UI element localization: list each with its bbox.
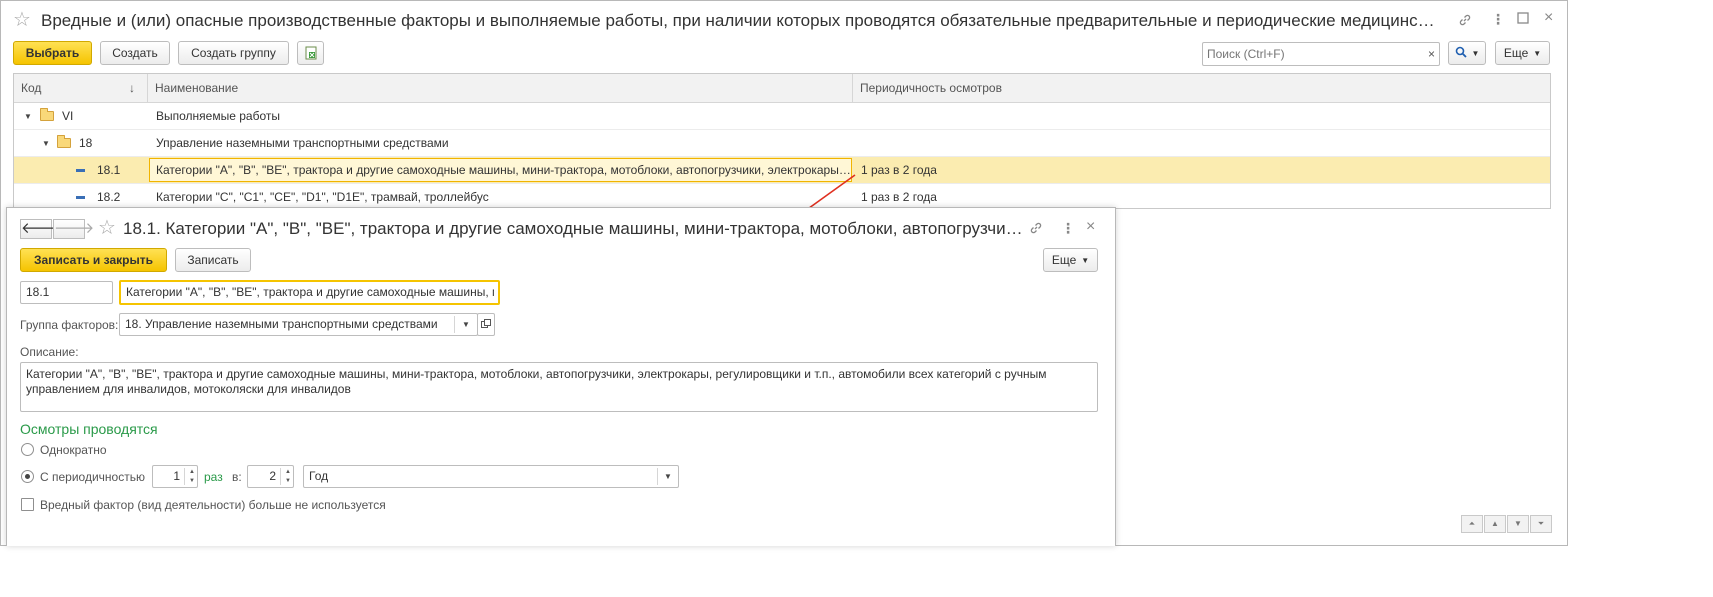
spreadsheet-icon bbox=[305, 46, 316, 60]
scroll-down-button[interactable]: ▼ bbox=[1507, 515, 1529, 533]
times-stepper[interactable]: 1 ▲ ▼ bbox=[152, 465, 198, 488]
row-name: Управление наземными транспортными средс… bbox=[156, 136, 449, 150]
excel-export-button[interactable] bbox=[297, 41, 324, 65]
create-group-button[interactable]: Создать группу bbox=[178, 41, 289, 65]
times-label: раз bbox=[204, 470, 223, 484]
row-code: 18.1 bbox=[97, 163, 121, 177]
element-icon bbox=[76, 169, 85, 172]
once-label: Однократно bbox=[40, 443, 107, 457]
link-icon[interactable] bbox=[1458, 13, 1472, 29]
exams-heading: Осмотры проводятся bbox=[20, 421, 158, 437]
column-header-code[interactable]: Код ↓ bbox=[14, 74, 148, 103]
scroll-bottom-button[interactable]: ⏷ bbox=[1530, 515, 1552, 533]
save-button[interactable]: Записать bbox=[175, 248, 251, 272]
code-value: 18.1 bbox=[26, 285, 50, 299]
row-name: Выполняемые работы bbox=[156, 109, 280, 123]
expanded-triangle-icon[interactable]: ▼ bbox=[42, 139, 50, 148]
forward-button[interactable]: 🡒 bbox=[53, 219, 94, 239]
description-label: Описание: bbox=[20, 345, 79, 359]
open-group-button[interactable] bbox=[477, 313, 495, 336]
stepper-divider bbox=[184, 468, 185, 485]
stepper-divider bbox=[280, 468, 281, 485]
periodic-radio[interactable] bbox=[21, 470, 34, 483]
table-row[interactable]: ▼ VI Выполняемые работы bbox=[14, 103, 1550, 130]
more-vert-icon[interactable]: ⋮ bbox=[1061, 221, 1075, 235]
choose-button[interactable]: Выбрать bbox=[13, 41, 92, 65]
times-value: 1 bbox=[173, 469, 180, 483]
not-used-label: Вредный фактор (вид деятельности) больше… bbox=[40, 498, 386, 512]
close-icon[interactable]: × bbox=[1544, 10, 1553, 26]
folder-icon bbox=[40, 108, 54, 121]
column-header-period[interactable]: Периодичность осмотров bbox=[853, 74, 1551, 103]
expanded-triangle-icon[interactable]: ▼ bbox=[24, 112, 32, 121]
close-icon[interactable]: × bbox=[1086, 219, 1095, 235]
table-header: Код ↓ Наименование Периодичность осмотро… bbox=[14, 74, 1550, 103]
years-value: 2 bbox=[269, 469, 276, 483]
back-button[interactable]: 🡐 bbox=[20, 219, 61, 239]
chevron-down-icon[interactable]: ▼ bbox=[462, 320, 470, 329]
favorite-star-icon[interactable]: ☆ bbox=[98, 218, 116, 238]
years-stepper[interactable]: 2 ▲ ▼ bbox=[247, 465, 294, 488]
scroll-up-button[interactable]: ▲ bbox=[1484, 515, 1506, 533]
stepper-down-icon[interactable]: ▼ bbox=[285, 478, 291, 484]
open-icon bbox=[481, 319, 491, 328]
save-and-close-button[interactable]: Записать и закрыть bbox=[20, 248, 167, 272]
chevron-down-icon: ▼ bbox=[1471, 49, 1480, 58]
period-unit-select[interactable]: Год ▼ bbox=[303, 465, 679, 488]
search-button[interactable]: ▼ bbox=[1448, 41, 1486, 65]
name-field[interactable]: Категории "A", "B", "BE", трактора и дру… bbox=[119, 280, 500, 305]
column-header-name[interactable]: Наименование bbox=[148, 74, 853, 103]
column-header-label: Код bbox=[21, 81, 42, 95]
row-code: 18 bbox=[79, 136, 93, 150]
link-icon[interactable] bbox=[1029, 221, 1043, 237]
row-period: 1 раз в 2 года bbox=[861, 163, 937, 177]
maximize-icon[interactable] bbox=[1517, 12, 1529, 26]
stepper-up-icon[interactable]: ▲ bbox=[285, 469, 291, 475]
chevron-down-icon: ▼ bbox=[1533, 49, 1542, 58]
in-label: в: bbox=[232, 470, 242, 484]
chevron-down-icon: ▼ bbox=[1081, 256, 1090, 265]
window-title-bar: ☆ Вредные и (или) опасные производственн… bbox=[1, 1, 1567, 39]
name-value: Категории "A", "B", "BE", трактора и дру… bbox=[126, 285, 494, 299]
folder-icon bbox=[57, 135, 71, 148]
row-code: VI bbox=[62, 109, 74, 123]
group-select[interactable]: 18. Управление наземными транспортными с… bbox=[119, 313, 478, 336]
form-more-button[interactable]: Еще ▼ bbox=[1043, 248, 1098, 272]
more-button-label: Еще bbox=[1503, 46, 1529, 60]
select-divider bbox=[657, 468, 658, 485]
search-icon bbox=[1455, 46, 1467, 58]
window-title: Вредные и (или) опасные производственные… bbox=[41, 11, 1441, 30]
more-vert-icon[interactable]: ⋮ bbox=[1491, 12, 1505, 26]
search-clear-icon[interactable]: × bbox=[1428, 47, 1435, 61]
not-used-checkbox[interactable] bbox=[21, 498, 34, 511]
search-field[interactable]: × bbox=[1202, 42, 1440, 66]
item-form-window: 🡐 🡒 ☆ 18.1. Категории "A", "B", "BE", тр… bbox=[6, 207, 1116, 546]
code-field[interactable]: 18.1 bbox=[20, 281, 113, 304]
favorite-star-icon[interactable]: ☆ bbox=[13, 10, 31, 30]
form-title: 18.1. Категории "A", "B", "BE", трактора… bbox=[123, 219, 1023, 238]
chevron-down-icon[interactable]: ▼ bbox=[664, 472, 672, 481]
sort-arrow-icon: ↓ bbox=[129, 81, 135, 95]
periodic-label: С периодичностью bbox=[40, 470, 145, 484]
stepper-up-icon[interactable]: ▲ bbox=[189, 469, 195, 475]
search-input[interactable] bbox=[1203, 43, 1413, 65]
scroll-top-button[interactable]: ⏶ bbox=[1461, 515, 1483, 533]
select-divider bbox=[454, 316, 455, 333]
table-row[interactable]: ▼ 18 Управление наземными транспортными … bbox=[14, 130, 1550, 157]
period-unit-value: Год bbox=[309, 469, 329, 483]
create-button[interactable]: Создать bbox=[100, 41, 170, 65]
stepper-down-icon[interactable]: ▼ bbox=[189, 478, 195, 484]
more-button-label: Еще bbox=[1051, 253, 1077, 267]
once-radio[interactable] bbox=[21, 443, 34, 456]
row-name: Категории "A", "B", "BE", трактора и дру… bbox=[149, 158, 852, 182]
description-value: Категории "A", "B", "BE", трактора и дру… bbox=[26, 367, 1047, 396]
description-textarea[interactable]: Категории "A", "B", "BE", трактора и дру… bbox=[20, 362, 1098, 412]
more-button[interactable]: Еще ▼ bbox=[1495, 41, 1550, 65]
group-label: Группа факторов: bbox=[20, 318, 119, 332]
group-value: 18. Управление наземными транспортными с… bbox=[125, 317, 438, 331]
element-icon bbox=[76, 196, 85, 199]
